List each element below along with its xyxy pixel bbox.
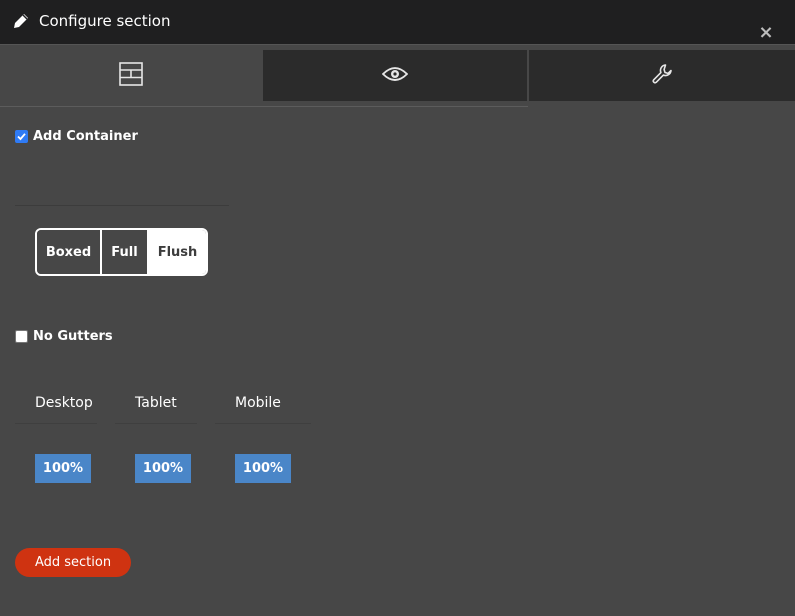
divider <box>115 423 197 424</box>
layout-icon <box>119 61 143 90</box>
wrench-icon <box>651 63 673 89</box>
pencil-icon <box>12 12 30 30</box>
column-label-tablet: Tablet <box>135 395 177 411</box>
tablet-width-badge[interactable]: 100% <box>135 454 191 483</box>
add-container-label: Add Container <box>33 129 138 144</box>
tab-visibility[interactable] <box>263 50 527 101</box>
tab-settings[interactable] <box>529 50 795 101</box>
dialog-titlebar: Configure section × <box>0 0 795 45</box>
flush-option[interactable]: Flush <box>149 230 206 274</box>
close-button[interactable]: × <box>757 24 775 42</box>
width-segmented-control: Boxed Full Flush <box>35 228 208 276</box>
column-label-desktop: Desktop <box>35 395 93 411</box>
eye-icon <box>381 65 409 87</box>
add-section-button[interactable]: Add section <box>15 548 131 577</box>
add-container-option[interactable]: Add Container <box>15 129 138 144</box>
divider <box>215 423 311 424</box>
dialog-title: Configure section <box>39 12 171 30</box>
tab-underline <box>0 106 528 107</box>
add-container-checkbox[interactable] <box>15 130 28 143</box>
desktop-width-badge[interactable]: 100% <box>35 454 91 483</box>
divider <box>15 423 97 424</box>
full-option[interactable]: Full <box>102 230 149 274</box>
column-label-mobile: Mobile <box>235 395 281 411</box>
no-gutters-option[interactable]: No Gutters <box>15 329 113 344</box>
mobile-width-badge[interactable]: 100% <box>235 454 291 483</box>
tab-layout[interactable] <box>0 50 262 101</box>
boxed-option[interactable]: Boxed <box>37 230 102 274</box>
divider <box>15 205 229 206</box>
no-gutters-checkbox[interactable] <box>15 330 28 343</box>
no-gutters-label: No Gutters <box>33 329 113 344</box>
